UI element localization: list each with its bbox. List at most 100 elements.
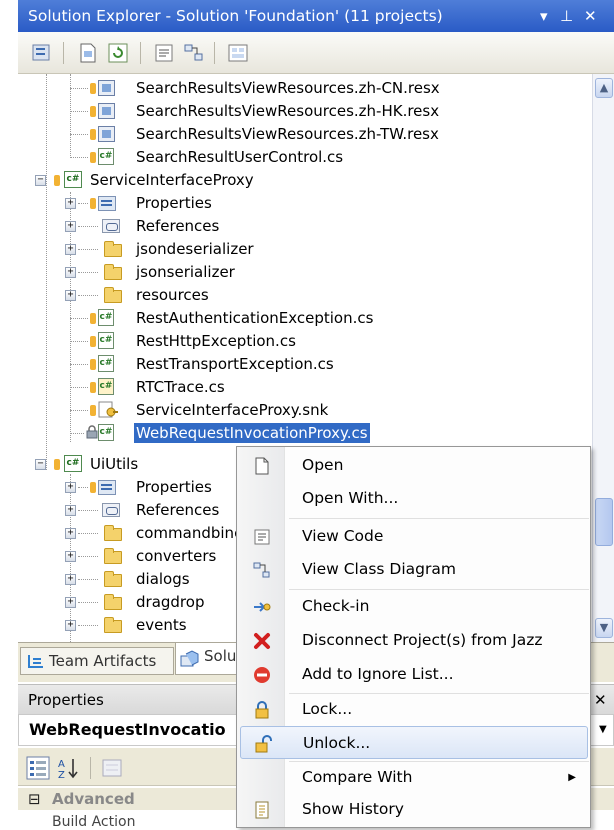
collapse-icon[interactable]: − xyxy=(35,459,46,470)
tab-label: Solu xyxy=(204,647,237,665)
cs-file-icon: c# xyxy=(98,355,114,372)
pending-change-icon xyxy=(90,106,96,117)
toolbar-separator xyxy=(90,757,91,779)
tree-item-label: SearchResultUserControl.cs xyxy=(136,148,344,166)
folder-icon xyxy=(104,287,122,303)
tree-item[interactable]: c# RestAuthenticationException.cs xyxy=(18,307,592,330)
ignore-icon xyxy=(254,667,270,683)
tree-item-label: RTCTrace.cs xyxy=(136,378,225,396)
pin-icon[interactable]: ⊥ xyxy=(560,0,573,32)
scrollbar-thumb[interactable] xyxy=(595,498,613,546)
menu-item-check-in[interactable]: Check-in xyxy=(240,590,588,623)
cs-file-icon: c# xyxy=(98,309,114,326)
tree-item-label: RestAuthenticationException.cs xyxy=(136,309,374,327)
show-all-files-icon[interactable] xyxy=(76,41,100,65)
expand-icon[interactable]: + xyxy=(65,290,76,301)
view-designer-icon[interactable] xyxy=(226,41,250,65)
tree-item[interactable]: c# RestTransportException.cs xyxy=(18,353,592,376)
view-code-icon[interactable] xyxy=(152,41,176,65)
tab-solution-explorer[interactable]: Solu xyxy=(175,643,239,675)
class-diagram-icon[interactable] xyxy=(182,41,206,65)
pending-change-icon xyxy=(90,198,96,209)
pending-change-icon xyxy=(54,175,60,186)
menu-item-unlock[interactable]: Unlock... xyxy=(240,726,588,759)
tree-item[interactable]: + resources xyxy=(18,284,592,307)
menu-item-add-to-ignore-list[interactable]: Add to Ignore List... xyxy=(240,658,588,691)
chevron-down-icon[interactable]: ▼ xyxy=(599,715,607,745)
expand-icon[interactable]: + xyxy=(65,551,76,562)
tree-item[interactable]: + Properties xyxy=(18,192,592,215)
expand-icon[interactable]: + xyxy=(65,244,76,255)
tree-item[interactable]: + jsondeserializer xyxy=(18,238,592,261)
tree-item[interactable]: + jsonserializer xyxy=(18,261,592,284)
menu-item-open-with[interactable]: Open With... xyxy=(240,482,588,515)
resx-file-icon xyxy=(98,126,115,142)
collapse-icon[interactable]: ⊟ xyxy=(28,788,41,810)
expand-icon[interactable]: + xyxy=(65,267,76,278)
tree-item-label: References xyxy=(136,217,220,235)
tree-item-label: ServiceInterfaceProxy xyxy=(90,171,254,189)
tree-item[interactable]: SearchResultsViewResources.zh-TW.resx xyxy=(18,123,592,146)
tree-item[interactable]: SearchResultsViewResources.zh-HK.resx xyxy=(18,100,592,123)
tree-item-label: SearchResultsViewResources.zh-TW.resx xyxy=(136,125,439,143)
categorized-icon[interactable] xyxy=(26,756,50,780)
expand-icon[interactable]: + xyxy=(65,505,76,516)
scroll-up-icon[interactable]: ▲ xyxy=(595,78,613,98)
expand-icon[interactable]: + xyxy=(65,198,76,209)
solution-explorer-toolbar xyxy=(18,32,614,74)
alphabetical-sort-icon[interactable]: AZ xyxy=(56,756,80,780)
tree-item-label: Properties xyxy=(136,478,212,496)
close-icon[interactable]: ✕ xyxy=(594,685,607,715)
menu-item-lock[interactable]: Lock... xyxy=(240,693,588,726)
tab-team-artifacts[interactable]: Team Artifacts xyxy=(20,647,174,675)
svg-text:A: A xyxy=(58,759,65,770)
expand-icon[interactable]: + xyxy=(65,528,76,539)
pending-change-icon xyxy=(90,313,96,324)
expand-icon[interactable]: + xyxy=(65,620,76,631)
expand-icon[interactable]: + xyxy=(65,574,76,585)
class-diagram-icon xyxy=(253,562,270,578)
close-icon[interactable]: ✕ xyxy=(584,0,597,32)
tree-item-label: jsondeserializer xyxy=(136,240,254,258)
menu-item-view-class-diagram[interactable]: View Class Diagram xyxy=(240,553,588,586)
refresh-icon[interactable] xyxy=(106,41,130,65)
tree-item-label: RestHttpException.cs xyxy=(136,332,296,350)
properties-toolbar-icon[interactable] xyxy=(30,41,54,65)
menu-item-open[interactable]: Open xyxy=(240,449,588,482)
collapse-icon[interactable]: − xyxy=(35,175,46,186)
window-title: Solution Explorer - Solution 'Foundation… xyxy=(28,7,443,25)
tree-item-label: RestTransportException.cs xyxy=(136,355,334,373)
submenu-arrow-icon: ▶ xyxy=(568,772,576,783)
scroll-down-icon[interactable]: ▼ xyxy=(595,618,613,638)
pending-change-icon xyxy=(90,83,96,94)
tree-item-label: WebRequestInvocationProxy.cs xyxy=(134,423,370,443)
tree-vertical-scrollbar[interactable]: ▲ ▼ xyxy=(592,74,614,642)
tree-item[interactable]: c# RestHttpException.cs xyxy=(18,330,592,353)
dropdown-arrow-icon[interactable]: ▾ xyxy=(540,0,548,32)
expand-icon[interactable]: + xyxy=(65,482,76,493)
menu-item-show-history[interactable]: Show History xyxy=(240,793,588,826)
folder-icon xyxy=(104,594,122,610)
pending-change-icon xyxy=(90,405,96,416)
toolbar-separator xyxy=(140,42,141,64)
tree-item-label: UiUtils xyxy=(90,455,139,473)
menu-item-disconnect[interactable]: Disconnect Project(s) from Jazz xyxy=(240,624,588,657)
tree-item[interactable]: c# RTCTrace.cs xyxy=(18,376,592,399)
menu-item-view-code[interactable]: View Code xyxy=(240,520,588,553)
tree-item-selected[interactable]: c# WebRequestInvocationProxy.cs xyxy=(18,422,592,445)
expand-icon[interactable]: + xyxy=(65,597,76,608)
tree-item[interactable]: + References xyxy=(18,215,592,238)
tree-item[interactable]: c# SearchResultUserControl.cs xyxy=(18,146,592,169)
expand-icon[interactable]: + xyxy=(65,221,76,232)
references-icon xyxy=(102,219,120,233)
property-pages-icon[interactable] xyxy=(100,756,124,780)
tree-item-label: dialogs xyxy=(136,570,190,588)
resx-file-icon xyxy=(98,103,115,119)
tree-item[interactable]: SearchResultsViewResources.zh-CN.resx xyxy=(18,77,592,100)
cs-file-locked-icon: c# xyxy=(98,424,114,441)
tree-item[interactable]: ServiceInterfaceProxy.snk xyxy=(18,399,592,422)
tree-item-label: Properties xyxy=(136,194,212,212)
menu-item-compare-with[interactable]: Compare With ▶ xyxy=(240,761,588,794)
disconnect-icon xyxy=(254,633,270,649)
tree-item-project[interactable]: − c# ServiceInterfaceProxy xyxy=(18,169,592,192)
